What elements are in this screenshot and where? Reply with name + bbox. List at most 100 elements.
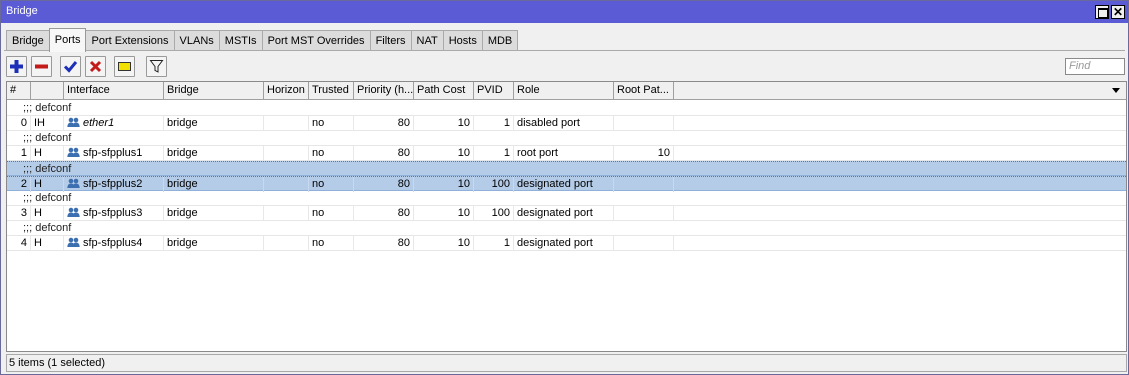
table-row[interactable]: 0 IH ether1 bridge no 80 10 1 disabled port xyxy=(7,116,1126,131)
column-header-flags[interactable] xyxy=(31,82,64,100)
tab-bridge[interactable]: Bridge xyxy=(6,30,50,51)
cell-flags: H xyxy=(31,177,64,192)
cell-role: root port xyxy=(514,146,614,161)
comment-row[interactable]: ;;; defconf xyxy=(7,221,1126,236)
cell-bridge: bridge xyxy=(164,146,264,161)
column-header-interface[interactable]: Interface xyxy=(64,82,164,100)
cell-root-path-cost: 10 xyxy=(614,146,674,161)
tab-ports[interactable]: Ports xyxy=(48,28,87,52)
column-header-root-path-cost[interactable]: Root Pat... xyxy=(614,82,674,100)
comment-row[interactable]: ;;; defconf xyxy=(7,131,1126,146)
tab-divider xyxy=(4,50,1125,51)
cell-horizon xyxy=(264,206,309,221)
interface-name: sfp-sfpplus1 xyxy=(83,147,143,159)
tab-mstis[interactable]: MSTIs xyxy=(218,30,263,51)
enable-icon xyxy=(63,61,78,73)
title-bar[interactable]: Bridge ✕ xyxy=(1,1,1128,23)
interface-icon xyxy=(67,117,80,127)
row-comment: ;;; defconf xyxy=(23,163,72,175)
row-comment: ;;; defconf xyxy=(23,132,72,144)
remove-icon xyxy=(35,64,48,69)
cell-interface: sfp-sfpplus4 xyxy=(64,236,164,251)
column-header-horizon[interactable]: Horizon xyxy=(264,82,309,100)
column-header-bridge[interactable]: Bridge xyxy=(164,82,264,100)
interface-name: sfp-sfpplus2 xyxy=(83,178,143,190)
table-row[interactable]: 3 Hsfp-sfpplus3 bridge no 80 10 100 designated … xyxy=(7,206,1126,221)
cell-path-cost: 10 xyxy=(414,236,474,251)
cell-num: 4 xyxy=(7,236,31,251)
cell-horizon xyxy=(264,236,309,251)
window-title: Bridge xyxy=(6,5,38,17)
cell-root-path-cost xyxy=(614,236,674,251)
column-header-num[interactable]: # xyxy=(7,82,31,100)
comment-row[interactable]: ;;; defconf xyxy=(7,191,1126,206)
cell-pvid: 100 xyxy=(474,206,514,221)
tab-port-extensions[interactable]: Port Extensions xyxy=(85,30,175,51)
cell-flags: IH xyxy=(31,116,64,131)
row-comment: ;;; defconf xyxy=(23,102,72,114)
comment-row[interactable]: ;;; defconf xyxy=(7,161,1126,176)
cell-num: 2 xyxy=(7,177,31,192)
tab-hosts[interactable]: Hosts xyxy=(442,30,483,51)
cell-horizon xyxy=(264,177,309,192)
cell-num: 1 xyxy=(7,146,31,161)
interface-name: sfp-sfpplus3 xyxy=(83,207,143,219)
status-text: 5 items (1 selected) xyxy=(9,357,105,369)
tab-port-mst-overrides[interactable]: Port MST Overrides xyxy=(261,30,371,51)
cell-bridge: bridge xyxy=(164,177,264,192)
find-input[interactable]: Find xyxy=(1065,58,1125,75)
interface-icon xyxy=(67,237,80,247)
cell-pvid: 100 xyxy=(474,177,514,192)
cell-root-path-cost xyxy=(614,116,674,131)
comment-button[interactable] xyxy=(114,56,135,77)
comment-row[interactable]: ;;; defconf xyxy=(7,101,1126,116)
tab-filters[interactable]: Filters xyxy=(369,30,412,51)
close-icon[interactable]: ✕ xyxy=(1111,5,1125,19)
column-header-pvid[interactable]: PVID xyxy=(474,82,514,100)
dropdown-icon[interactable] xyxy=(1110,84,1122,97)
bridge-window: Bridge ✕ Bridge Ports Port Extensions VLANs… xyxy=(0,0,1129,375)
disable-button[interactable] xyxy=(85,56,106,77)
filter-button[interactable] xyxy=(146,56,167,77)
cell-interface: sfp-sfpplus3 xyxy=(64,206,164,221)
cell-horizon xyxy=(264,116,309,131)
row-comment: ;;; defconf xyxy=(23,192,72,204)
cell-path-cost: 10 xyxy=(414,146,474,161)
cell-trusted: no xyxy=(309,236,354,251)
tab-bar: Bridge Ports Port Extensions VLANs MSTIs Port… xyxy=(6,28,519,52)
add-button[interactable] xyxy=(6,56,27,77)
column-header-role[interactable]: Role xyxy=(514,82,614,100)
tab-vlans[interactable]: VLANs xyxy=(173,30,220,51)
cell-interface: ether1 xyxy=(64,116,164,131)
cell-role: designated port xyxy=(514,177,614,192)
ports-table: # Interface Bridge Horizon Trusted Priority (… xyxy=(6,81,1127,352)
column-header-priority[interactable]: Priority (h... xyxy=(354,82,414,100)
cell-num: 0 xyxy=(7,116,31,131)
cell-trusted: no xyxy=(309,177,354,192)
row-comment: ;;; defconf xyxy=(23,222,72,234)
interface-icon xyxy=(67,147,80,157)
column-header-path-cost[interactable]: Path Cost xyxy=(414,82,474,100)
table-row[interactable]: 4 Hsfp-sfpplus4 bridge no 80 10 1 designated po… xyxy=(7,236,1126,251)
tab-mdb[interactable]: MDB xyxy=(481,30,519,51)
tab-nat[interactable]: NAT xyxy=(410,30,444,51)
cell-flags: H xyxy=(31,206,64,221)
cell-root-path-cost xyxy=(614,206,674,221)
table-row[interactable]: 2 Hsfp-sfpplus2 bridge no 80 10 100 designated … xyxy=(7,176,1126,192)
cell-pvid: 1 xyxy=(474,236,514,251)
column-header-trusted[interactable]: Trusted xyxy=(309,82,354,100)
enable-button[interactable] xyxy=(60,56,81,77)
cell-role: disabled port xyxy=(514,116,614,131)
remove-button[interactable] xyxy=(31,56,52,77)
maximize-icon[interactable] xyxy=(1095,5,1109,19)
cell-path-cost: 10 xyxy=(414,206,474,221)
cell-priority: 80 xyxy=(354,177,414,192)
table-row[interactable]: 1 Hsfp-sfpplus1 bridge no 80 10 1 root port 10 xyxy=(7,146,1126,161)
cell-flags: H xyxy=(31,236,64,251)
status-bar: 5 items (1 selected) xyxy=(6,354,1127,372)
filter-icon xyxy=(149,60,164,73)
comment-icon xyxy=(118,62,131,71)
cell-priority: 80 xyxy=(354,236,414,251)
cell-trusted: no xyxy=(309,116,354,131)
cell-priority: 80 xyxy=(354,146,414,161)
